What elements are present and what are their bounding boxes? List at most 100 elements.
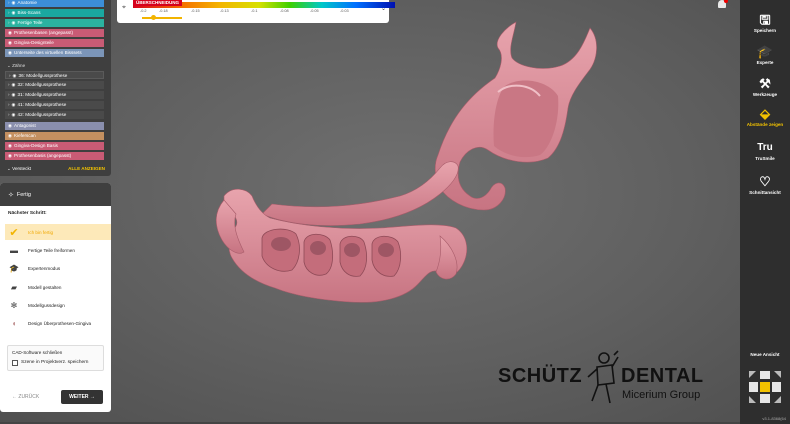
legend-tick: -0.15 [191,9,200,13]
eye-icon[interactable]: ◉ [8,50,12,55]
legend-tick: -0.05 [310,9,319,13]
tree-item-tooth-32[interactable]: › ◉ 32: Modellgussprothese [5,81,104,89]
eye-icon[interactable]: ◉ [8,153,12,158]
next-button[interactable]: WEITER → [61,390,103,404]
chevron-down-icon[interactable]: ⌄ [381,5,386,12]
logo-word-schuetz: SCHÜTZ [498,365,583,387]
gingiva-icon: ◖ [11,318,17,328]
next-step-label: Nächster Schritt: [8,211,47,216]
tree-item-tooth-41[interactable]: › ◉ 41: Modellgussprothese [5,101,104,109]
step-freeform[interactable]: ▬ Fertige Teile freiformen [5,242,111,258]
tree-item-gingiva-basis[interactable]: ◉ Gingiva-Design Basis [5,142,104,150]
notification-bell-icon[interactable] [718,0,728,10]
eye-icon[interactable]: ◉ [8,133,12,138]
tree-item-kieferscan[interactable]: ◉ Kieferscan [5,132,104,140]
tree-item-gingiva-designteile[interactable]: ◉ Gingiva-Designteile [5,39,104,47]
expand-icon[interactable]: › [8,10,10,15]
step-expert-mode[interactable]: 🎓 Expertenmodus [5,260,111,276]
save-tool[interactable]: 🖫 Speichern [740,12,790,33]
save-scene-checkbox[interactable] [12,360,18,366]
logo-figure-icon [587,350,619,404]
close-cad-label: CAD-Software schließen [12,350,63,355]
expert-hat-icon: 🎓 [756,44,774,59]
legend-ticks: -0.2 -0.18 -0.15 -0.13 -0.1 -0.08 -0.05 … [133,9,381,15]
tree-item-biss-scans[interactable]: › ◉ Biss-Scans [5,9,104,17]
tree-item-prothesenbasen[interactable]: ◉ Prothesenbasen (angepasst) [5,29,104,37]
schuetz-dental-logo: SCHÜTZ DENTAL Micerium Group [498,349,708,407]
step-panel-header: ✧ Fertig [0,183,111,206]
eye-icon[interactable]: ◉ [8,30,12,35]
expand-icon[interactable]: › [9,73,11,78]
expand-icon[interactable]: › [8,20,10,25]
legend-tick: -0.1 [251,9,258,13]
pin-icon[interactable]: ⌖ [122,4,126,12]
tree-item-fertige-teile[interactable]: › ◉ Fertige Teile [5,19,104,27]
threshold-slider-handle[interactable] [151,15,156,20]
expand-icon[interactable]: › [8,112,10,117]
magic-wand-icon: ✧ [8,191,14,199]
tree-item-prothesenbasis[interactable]: ◉ Prothesenbasis (angepasst) [5,152,104,160]
expert-icon: 🎓 [9,263,19,273]
tree-item-label: Prothesenbasen (angepasst) [14,30,74,35]
tree-item-label: Unterseite des virtuellen Bisssets [14,50,82,55]
tools-tool[interactable]: ⚒ Werkzeuge [740,76,790,97]
show-all-link[interactable]: ALLE ANZEIGEN [68,166,105,172]
legend-title: ÜBERSCHNEIDUNG [133,0,183,6]
legend-tick: -0.08 [280,9,289,13]
collision-legend: ⌖ ÜBERSCHNEIDUNG -0.2 -0.18 -0.15 -0.13 … [117,0,395,23]
expert-tool[interactable]: 🎓 Experte [740,44,790,65]
framework-icon: ✻ [10,300,18,310]
workflow-step-panel: ✧ Fertig Nächster Schritt: ✔ Ich bin fer… [0,183,111,412]
legend-tick: -0.18 [159,9,168,13]
tree-item-tooth-36[interactable]: › ◉ 36: Modellgussprothese [5,71,104,79]
eye-icon[interactable]: ◉ [12,20,16,25]
logo-subtitle: Micerium Group [622,389,701,401]
expand-icon[interactable]: › [8,102,10,107]
tree-item-anatomie[interactable]: › ◉ Anatomie [5,0,104,7]
expand-icon[interactable]: › [8,0,10,5]
eye-icon[interactable]: ◉ [8,123,12,128]
save-icon: 🖫 [759,12,771,27]
trusmile-tool[interactable]: Tru TruSmile [740,140,790,161]
distance-tool[interactable]: ⬙ Abstände zeigen [740,106,790,127]
eye-icon[interactable]: ◉ [12,0,16,5]
threshold-slider-track[interactable] [142,17,182,19]
back-button[interactable]: ← ZURÜCK [12,394,39,400]
eye-icon[interactable]: ◉ [8,143,12,148]
eye-icon[interactable]: ◉ [12,92,16,97]
teeth-section-header[interactable]: ⌄ Zähne [7,63,25,69]
distance-icon: ⬙ [760,106,770,121]
hidden-toggle[interactable]: ⌄ Versteckt [7,166,31,172]
expand-icon[interactable]: › [8,82,10,87]
step-model-design[interactable]: ▰ Modell gestalten [5,279,111,295]
eye-icon[interactable]: ◉ [12,112,16,117]
tree-item-unterseite[interactable]: ◉ Unterseite des virtuellen Bisssets [5,49,104,57]
tree-item-label: Anatomie [17,0,37,5]
section-view-icon: ♡ [759,174,771,189]
save-scene-label: Szene in Projektverz. speichern [21,360,89,365]
close-cad-box: CAD-Software schließen Szene in Projektv… [7,345,104,371]
expand-icon[interactable]: › [8,92,10,97]
freeform-icon: ▬ [10,245,18,255]
tree-item-tooth-31[interactable]: › ◉ 31: Modellgussprothese [5,91,104,99]
tools-icon: ⚒ [759,76,771,91]
eye-icon[interactable]: ◉ [13,73,17,78]
hidden-items-row: ⌄ Versteckt ALLE ANZEIGEN [7,166,105,172]
step-framework-design[interactable]: ✻ Modellgussdesign [5,297,111,313]
eye-icon[interactable]: ◉ [12,102,16,107]
tree-item-label: Biss-Scans [17,10,41,15]
tree-item-antagonist[interactable]: ◉ Antagonist [5,122,104,130]
legend-tick: -0.03 [340,9,349,13]
trusmile-icon: Tru [757,142,773,153]
tree-item-label: Fertige Teile [17,20,43,25]
eye-icon[interactable]: ◉ [12,10,16,15]
legend-tick: -0.2 [140,9,147,13]
step-gingiva-design[interactable]: ◖ Design Überprothesen-Gingiva [5,315,111,331]
eye-icon[interactable]: ◉ [8,40,12,45]
view-cube-icon[interactable] [746,368,784,406]
step-finish[interactable]: ✔ Ich bin fertig [5,224,111,240]
section-view-tool[interactable]: ♡ Schnittansicht [740,174,790,195]
eye-icon[interactable]: ◉ [12,82,16,87]
logo-word-dental: DENTAL [621,365,704,387]
tree-item-tooth-42[interactable]: › ◉ 42: Modellgussprothese [5,111,104,119]
